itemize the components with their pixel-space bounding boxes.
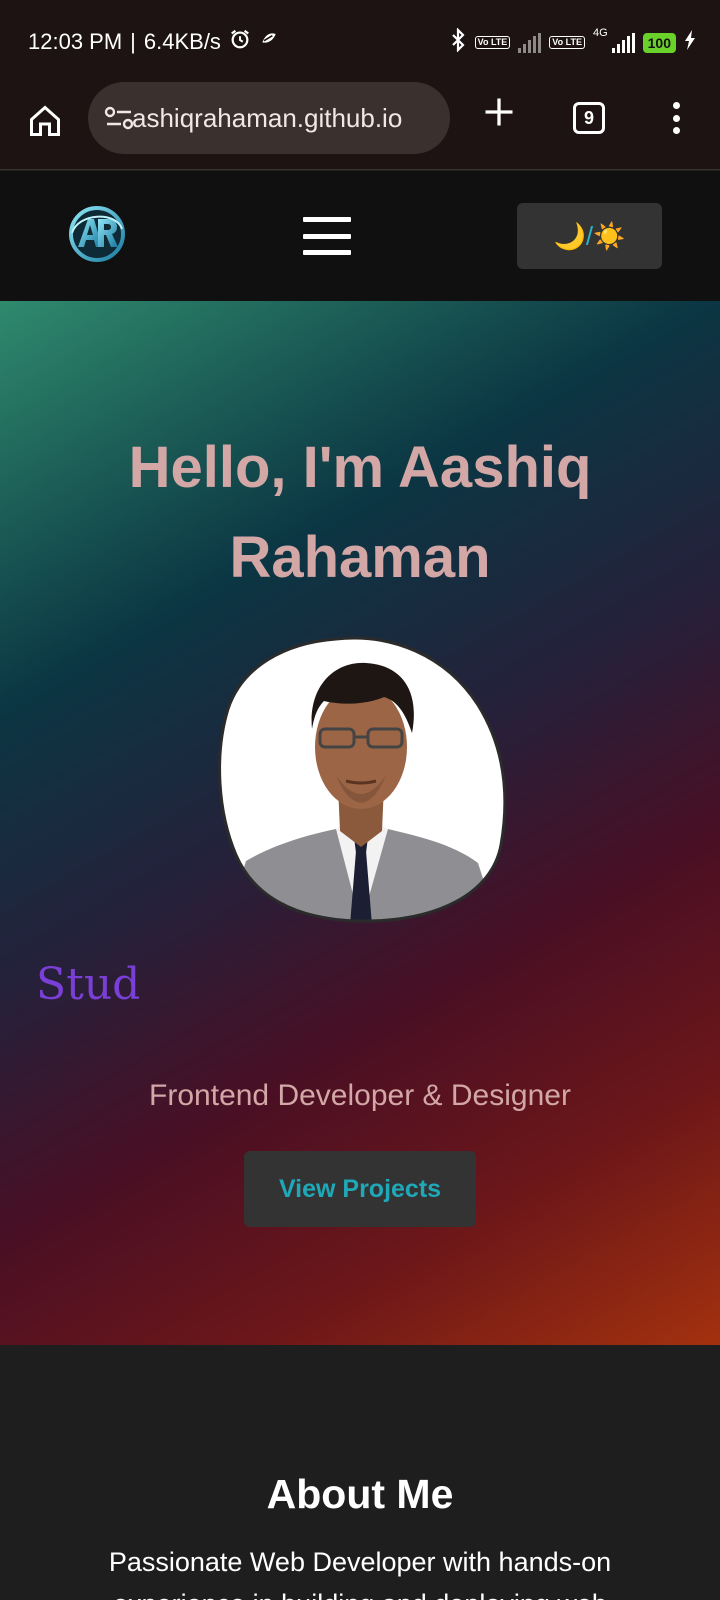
address-bar[interactable]: ashiqrahaman.github.io bbox=[88, 82, 450, 154]
charging-icon bbox=[684, 30, 696, 55]
net-speed: 6.4KB/s bbox=[143, 29, 221, 54]
ar-logo-icon[interactable] bbox=[66, 203, 128, 265]
plus-icon bbox=[485, 98, 513, 126]
hero-title: Hello, I'm Aashiq Rahaman bbox=[128, 435, 592, 590]
app-notification-icon bbox=[259, 29, 279, 55]
view-projects-button[interactable]: View Projects bbox=[244, 1151, 476, 1227]
signal-1-icon bbox=[518, 32, 542, 53]
theme-toggle-button[interactable]: 🌙/☀️ bbox=[517, 203, 662, 269]
status-time: 12:03 PM bbox=[28, 29, 123, 54]
status-left: 12:03 PM | 6.4KB/s bbox=[28, 28, 279, 56]
status-separator: | bbox=[130, 29, 136, 54]
url-text[interactable]: ashiqrahaman.github.io bbox=[132, 103, 402, 134]
tab-switcher-button[interactable]: 9 bbox=[573, 102, 605, 134]
hamburger-icon[interactable] bbox=[303, 217, 351, 255]
home-icon bbox=[30, 105, 60, 136]
bluetooth-icon bbox=[449, 27, 467, 57]
more-vert-icon[interactable] bbox=[664, 98, 688, 138]
network-type: 4G bbox=[592, 27, 608, 39]
volte-badge-2: Vo LTE bbox=[549, 36, 585, 49]
site-navbar: 🌙/☀️ bbox=[0, 171, 720, 301]
hero-subtitle: Frontend Developer & Designer bbox=[149, 1079, 571, 1112]
site-settings-icon[interactable] bbox=[104, 105, 134, 131]
battery-indicator: 100 bbox=[642, 32, 676, 53]
about-text: Passionate Web Developer with hands-on e… bbox=[108, 1547, 612, 1600]
signal-2-icon bbox=[611, 32, 635, 53]
new-tab-button[interactable] bbox=[476, 94, 522, 140]
volte-badge-1: Vo LTE bbox=[474, 36, 511, 49]
browser-toolbar: ashiqrahaman.github.io 9 bbox=[0, 76, 720, 170]
status-right: Vo LTE Vo LTE 4G 100 bbox=[449, 27, 696, 57]
about-title: About Me bbox=[266, 1471, 454, 1517]
home-button[interactable] bbox=[22, 98, 68, 144]
profile-photo bbox=[216, 635, 507, 925]
alarm-icon bbox=[229, 28, 251, 56]
about-section: About Me Passionate Web Developer with h… bbox=[0, 1345, 720, 1600]
status-bar: 12:03 PM | 6.4KB/s Vo LTE Vo LTE 4G 100 bbox=[0, 0, 720, 76]
hero-section: Hello, I'm Aashiq Rahaman Stud Frontend … bbox=[0, 301, 720, 1345]
typed-role-text: Stud bbox=[36, 959, 141, 1010]
